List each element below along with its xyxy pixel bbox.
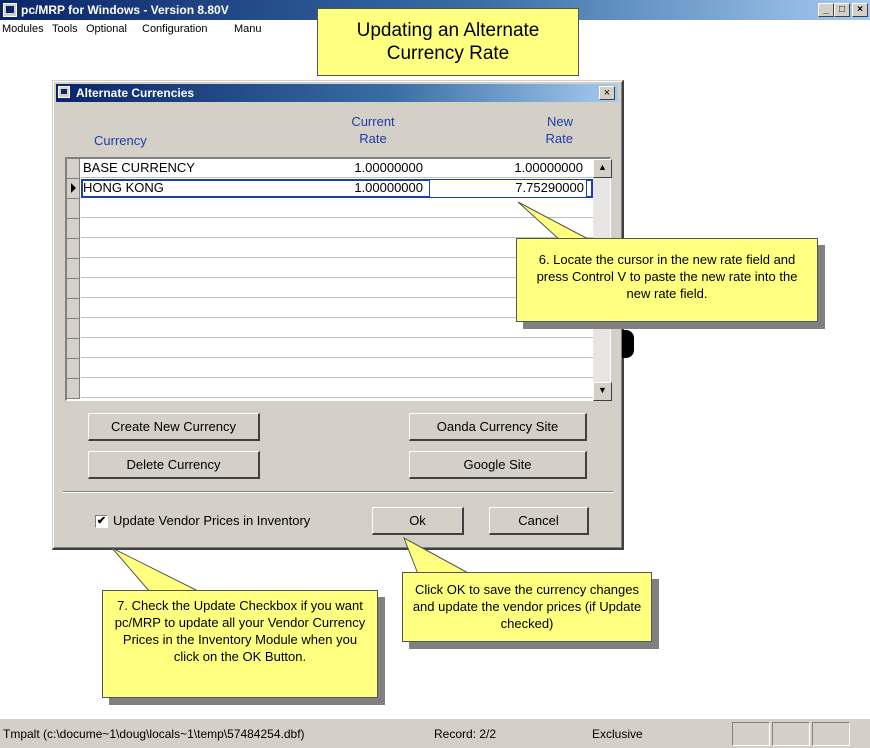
status-panel [812,722,850,746]
ok-tail [403,536,471,575]
status-panel [772,722,810,746]
ok-callout: Click OK to save the currency changes an… [402,572,652,642]
step6-tail [517,201,591,241]
step7-tail [111,547,201,593]
status-file: Tmpalt (c:\docume~1\doug\locals~1\temp\5… [3,727,305,741]
status-mode: Exclusive [592,727,643,741]
status-record: Record: 2/2 [434,727,497,741]
step6-callout: 6. Locate the cursor in the new rate fie… [516,238,818,322]
status-bar: Tmpalt (c:\docume~1\doug\locals~1\temp\5… [0,718,870,748]
status-panel [732,722,770,746]
step7-callout: 7. Check the Update Checkbox if you want… [102,590,378,698]
